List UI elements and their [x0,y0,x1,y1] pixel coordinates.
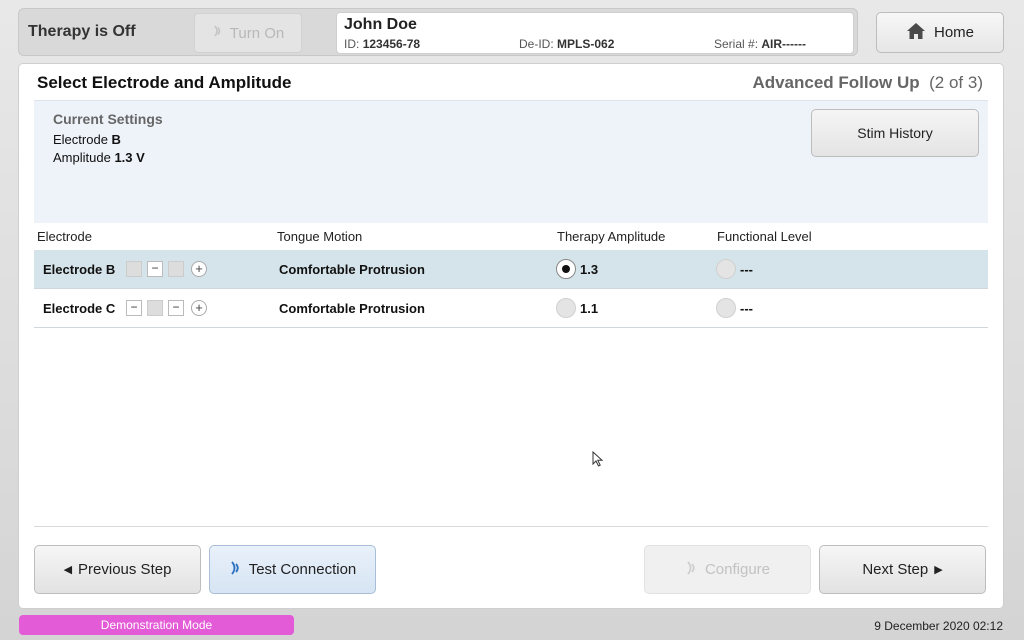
wireless-icon [685,560,699,580]
home-button[interactable]: Home [876,12,1004,53]
patient-card: John Doe ID: 123456-78 De-ID: MPLS-062 S… [336,12,854,54]
patient-deid: De-ID: MPLS-062 [519,37,615,51]
col-header-functional-level: Functional Level [717,229,812,244]
next-step-label: Next Step [862,561,929,578]
configure-label: Configure [704,561,771,578]
electrode-step-box [168,261,184,277]
amplitude-radio[interactable] [556,259,576,279]
functional-level-radio[interactable] [716,298,736,318]
home-label: Home [933,24,974,41]
decrease-button[interactable]: − [168,300,184,316]
electrode-step-box [147,300,163,316]
col-header-therapy-amplitude: Therapy Amplitude [557,229,666,244]
tongue-motion: Comfortable Protrusion [279,301,425,316]
current-electrode: Electrode B [53,132,121,147]
home-icon [906,22,926,44]
col-header-electrode: Electrode [37,229,92,244]
therapy-status: Therapy is Off [28,23,136,40]
current-settings-panel: Current Settings Electrode B Amplitude 1… [34,100,988,223]
increase-button[interactable]: + [191,300,207,316]
patient-id: ID: 123456-78 [344,37,421,51]
previous-step-label: Previous Step [78,561,172,578]
next-step-button[interactable]: Next Step ▶ [819,545,986,594]
turn-on-button[interactable]: Turn On [194,13,302,53]
stim-history-button[interactable]: Stim History [811,109,979,157]
main-panel: Select Electrode and Amplitude Advanced … [18,63,1004,609]
amplitude-radio[interactable] [556,298,576,318]
test-connection-label: Test Connection [248,561,357,578]
previous-step-button[interactable]: ◀ Previous Step [34,545,201,594]
patient-serial: Serial #: AIR------ [714,37,807,51]
configure-button[interactable]: Configure [644,545,811,594]
functional-level-value: --- [740,262,753,277]
top-bar: Therapy is Off Turn On John Doe ID: 1234… [18,8,858,56]
decrease-button[interactable]: − [147,261,163,277]
current-settings-heading: Current Settings [53,111,163,127]
step-indicator: Advanced Follow Up (2 of 3) [752,73,983,92]
amplitude-value: 1.1 [580,301,599,316]
functional-level-radio[interactable] [716,259,736,279]
wireless-icon [212,24,226,42]
step-name: Advanced Follow Up [752,73,920,92]
mouse-cursor-icon [592,450,604,467]
demo-mode-badge: Demonstration Mode [19,615,294,635]
increase-button[interactable]: + [191,261,207,277]
patient-name: John Doe [344,16,417,33]
table-row[interactable]: Electrode B − + Comfortable Protrusion 1… [34,250,988,289]
electrode-name: Electrode B [43,262,116,277]
electrode-step-box [126,261,142,277]
functional-level-value: --- [740,301,753,316]
col-header-tongue-motion: Tongue Motion [277,229,363,244]
arrow-left-icon: ◀ [63,564,73,576]
amplitude-value: 1.3 [580,262,599,277]
tongue-motion: Comfortable Protrusion [279,262,425,277]
current-amplitude: Amplitude 1.3 V [53,150,145,165]
wireless-icon [229,560,243,580]
arrow-right-icon: ▶ [934,564,943,576]
electrode-name: Electrode C [43,301,116,316]
datetime: 9 December 2020 02:12 [874,619,1003,633]
test-connection-button[interactable]: Test Connection [209,545,376,594]
decrease-button[interactable]: − [126,300,142,316]
turn-on-label: Turn On [229,24,285,42]
table-row[interactable]: Electrode C − − + Comfortable Protrusion… [34,289,988,328]
page-title: Select Electrode and Amplitude [37,73,292,92]
footer-divider [34,526,988,527]
